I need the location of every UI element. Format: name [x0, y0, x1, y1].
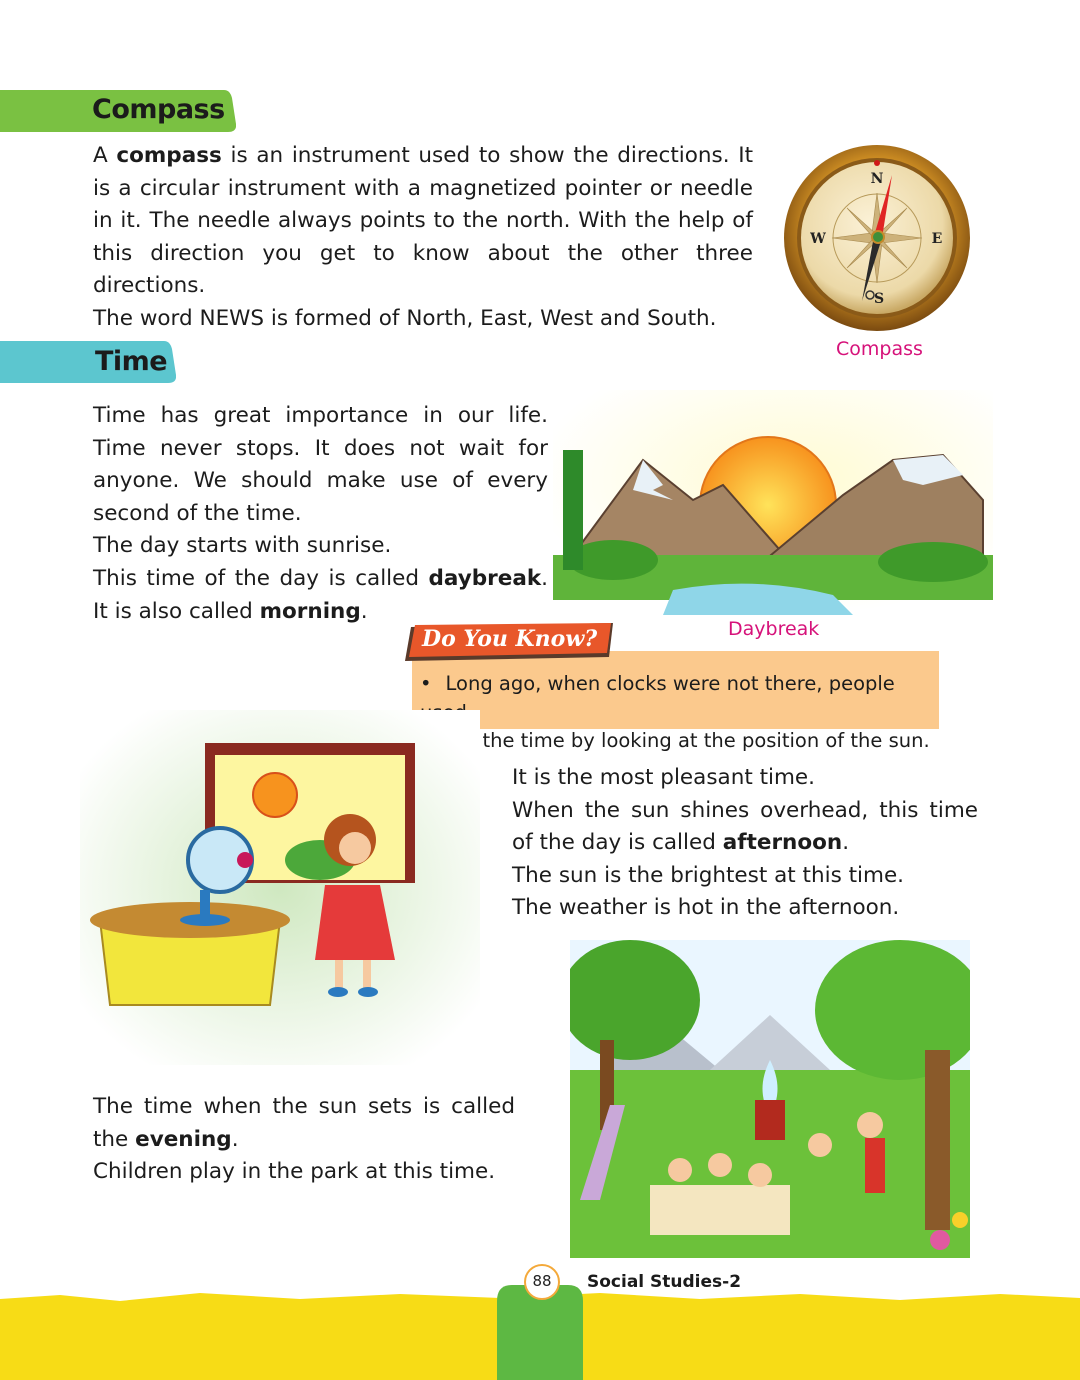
time-heading: Time [95, 346, 168, 377]
page-number: 88 [524, 1264, 560, 1300]
daybreak-image [553, 390, 993, 615]
compass-east-label: E [932, 231, 943, 247]
dyk-line-1: Long ago, when clocks were not there, pe… [420, 672, 895, 724]
compass-term: compass [116, 143, 222, 168]
do-you-know-text: • Long ago, when clocks were not there, p… [420, 670, 942, 756]
children-play-text: Children play in the park at this time. [93, 1159, 496, 1185]
daybreak-caption: Daybreak [728, 618, 820, 640]
book-title: Social Studies-2 [587, 1272, 742, 1292]
news-sentence: The word NEWS is formed of North, East, … [93, 305, 717, 331]
time-heading-tab: Time [0, 341, 176, 383]
afternoon-term: afternoon [722, 830, 843, 856]
compass-paragraph: A compass is an instrument used to show … [93, 140, 753, 336]
compass-image: N E W S [784, 145, 970, 331]
daybreak-pre: This time of the day is called [93, 565, 429, 591]
compass-west-label: W [809, 231, 826, 247]
morning-term: morning [259, 598, 361, 624]
evening-term: evening [135, 1126, 232, 1152]
compass-caption: Compass [836, 338, 923, 360]
compass-heading-tab: Compass [0, 90, 236, 132]
compass-north-label: N [871, 171, 884, 187]
evening-end: . [231, 1126, 239, 1152]
park-image [570, 940, 970, 1258]
compass-heading: Compass [92, 94, 225, 125]
afternoon-end: . [842, 830, 850, 856]
dyk-bullet: • [420, 672, 432, 695]
evening-paragraph: The time when the sun sets is called the… [93, 1091, 515, 1189]
daybreak-end: . [360, 598, 368, 624]
sunrise-sentence: The day starts with sunrise. [93, 533, 392, 559]
pleasant-time-text: It is the most pleasant time. [512, 765, 815, 790]
daybreak-term: daybreak [428, 565, 542, 591]
afternoon-image [80, 710, 480, 1065]
do-you-know-title: Do You Know? [422, 626, 598, 652]
compass-para-pre: A [93, 143, 117, 168]
hot-weather-text: The weather is hot in the afternoon. [512, 895, 900, 921]
compass-south-label: S [874, 291, 884, 307]
dyk-line-2: to tell the time by looking at the posit… [420, 729, 930, 752]
time-importance-text: Time has great importance in our life. T… [93, 403, 548, 526]
time-paragraph: Time has great importance in our life. T… [93, 400, 548, 628]
brightest-text: The sun is the brightest at this time. [512, 862, 905, 888]
afternoon-paragraph: It is the most pleasant time. When the s… [512, 762, 978, 925]
